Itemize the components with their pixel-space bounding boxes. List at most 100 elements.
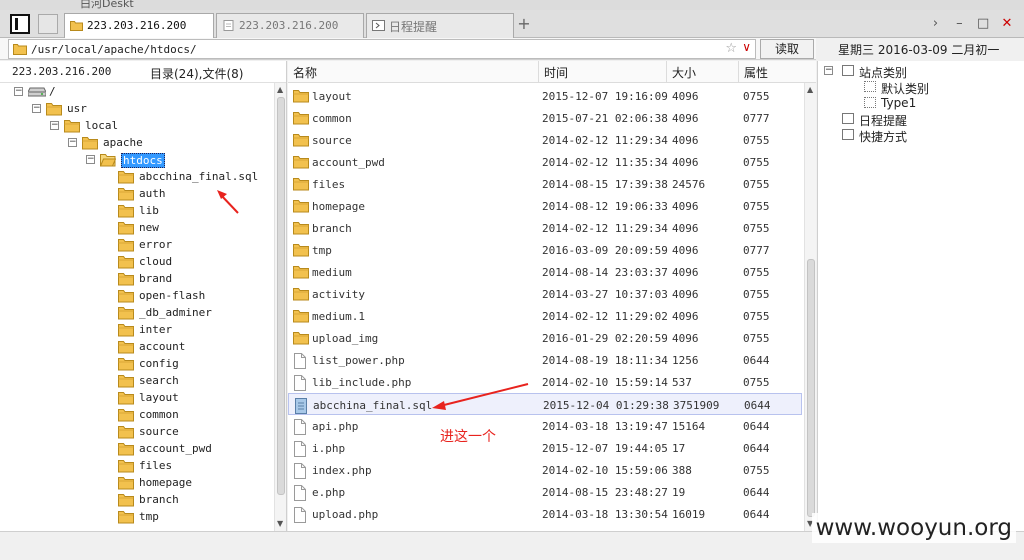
tree-node[interactable]: − apache [0,135,274,152]
tree-node[interactable]: abcchina_final.sql [0,169,274,186]
tree-node[interactable]: _db_adminer [0,305,274,322]
file-row-icon [293,375,307,394]
read-button[interactable]: 读取 [760,39,814,59]
category-item-icon [864,97,876,108]
tree-node[interactable]: − usr [0,101,274,118]
tree-node[interactable]: open-flash [0,288,274,305]
star-icon[interactable]: ☆ [725,41,737,56]
side-tree-node[interactable]: 默认类别 [818,79,1023,96]
file-row[interactable]: list_power.php 2014-08-19 18:11:34 1256 064… [288,349,802,371]
tree-node[interactable]: − / [0,84,274,101]
column-header-size[interactable]: 大小 [666,61,738,83]
tree-node[interactable]: account_pwd [0,441,274,458]
side-tree-node[interactable]: Type1 [818,95,1023,112]
file-row[interactable]: layout 2015-12-07 19:16:09 4096 0755 [288,85,802,107]
file-row[interactable]: source 2014-02-12 11:29:34 4096 0755 [288,129,802,151]
tree-node[interactable]: account [0,339,274,356]
close-button[interactable]: ✕ [998,15,1016,33]
tree-node[interactable]: branch [0,492,274,509]
collapse-toggle-icon[interactable]: − [86,155,95,164]
folder-icon [118,239,134,252]
tree-node[interactable]: error [0,237,274,254]
tree-node[interactable]: − htdocs [0,152,274,169]
file-row[interactable]: tmp 2016-03-09 20:09:59 4096 0777 [288,239,802,261]
tree-node[interactable]: homepage [0,475,274,492]
file-row[interactable]: homepage 2014-08-12 19:06:33 4096 0755 [288,195,802,217]
tree-node[interactable]: brand [0,271,274,288]
folder-icon [293,332,309,345]
collapse-toggle-icon[interactable]: − [68,138,77,147]
path-input[interactable]: /usr/local/apache/htdocs/ ☆ ∨ [8,39,756,59]
file-row[interactable]: medium.1 2014-02-12 11:29:02 4096 0755 [288,305,802,327]
column-header-time[interactable]: 时间 [538,61,666,83]
file-time: 2014-02-10 15:59:06 [542,464,668,477]
tree-node[interactable]: search [0,373,274,390]
tree-node[interactable]: auth [0,186,274,203]
folder-icon [118,460,134,473]
scroll-down-icon[interactable]: ▼ [277,519,283,528]
file-row[interactable]: e.php 2014-08-15 23:48:27 19 0644 [288,481,802,503]
file-row[interactable]: index.php 2014-02-10 15:59:06 388 0755 [288,459,802,481]
folder-icon [82,137,98,150]
side-tree-node[interactable]: 日程提醒 [818,111,1023,128]
column-header-name[interactable]: 名称 [288,61,538,83]
side-tree-node[interactable]: 快捷方式 [818,127,1023,144]
file-list-scroll-thumb[interactable] [807,259,815,517]
file-row[interactable]: medium 2014-08-14 23:03:37 4096 0755 [288,261,802,283]
panel-toggle-button[interactable] [10,14,30,34]
tab-site-folder[interactable]: 223.203.216.200 [64,13,214,38]
file-row[interactable]: activity 2014-03-27 10:37:03 4096 0755 [288,283,802,305]
blank-tab-icon[interactable] [38,14,58,34]
file-row[interactable]: common 2015-07-21 02:06:38 4096 0777 [288,107,802,129]
tree-node[interactable]: new [0,220,274,237]
file-size: 4096 [672,288,699,301]
tab-site-document[interactable]: 223.203.216.200 [216,13,364,38]
file-permissions: 0755 [743,156,770,169]
file-row[interactable]: account_pwd 2014-02-12 11:35:34 4096 0755 [288,151,802,173]
minimize-button[interactable]: – [950,15,968,33]
file-size: 15164 [672,420,706,433]
scroll-up-icon[interactable]: ▲ [277,85,283,94]
file-size: 4096 [672,266,699,279]
file-time: 2014-08-15 17:39:38 [542,178,668,191]
tree-node[interactable]: cloud [0,254,274,271]
tree-scroll-thumb[interactable] [277,97,285,495]
file-row[interactable]: lib_include.php 2014-02-10 15:59:14 537 075… [288,371,802,393]
file-size: 4096 [672,156,699,169]
tab-schedule[interactable]: 日程提醒 [366,13,514,38]
chevron-right-icon[interactable]: › [927,15,945,33]
column-header-permissions[interactable]: 属性 [738,61,804,83]
scroll-up-icon[interactable]: ▲ [807,85,813,94]
chevron-down-icon[interactable]: ∨ [742,40,751,54]
file-row[interactable]: files 2014-08-15 17:39:38 24576 0755 [288,173,802,195]
file-row[interactable]: upload.php 2014-03-18 13:30:54 16019 0644 [288,503,802,525]
collapse-toggle-icon[interactable]: − [14,87,23,96]
tree-node[interactable]: source [0,424,274,441]
maximize-button[interactable]: □ [974,15,992,33]
tree-node[interactable]: common [0,407,274,424]
tree-scrollbar[interactable]: ▲ ▼ [274,83,286,531]
file-list-scrollbar[interactable]: ▲ ▼ [804,83,816,531]
collapse-toggle-icon[interactable]: − [50,121,59,130]
file-size: 17 [672,442,686,455]
tree-node[interactable]: files [0,458,274,475]
file-time: 2014-02-12 11:29:34 [542,134,668,147]
file-row-icon [293,199,309,216]
collapse-toggle-icon[interactable]: − [32,104,41,113]
file-row[interactable]: i.php 2015-12-07 19:44:05 17 0644 [288,437,802,459]
side-tree-node[interactable]: − 站点类别 [818,63,1023,80]
tree-node-icon [118,340,134,357]
file-row[interactable]: upload_img 2016-01-29 02:20:59 4096 0755 [288,327,802,349]
tree-node[interactable]: lib [0,203,274,220]
collapse-toggle-icon[interactable]: − [824,66,833,75]
file-row[interactable]: abcchina_final.sql 2015-12-04 01:29:38 375… [288,393,802,415]
file-row[interactable]: api.php 2014-03-18 13:19:47 15164 0644 [288,415,802,437]
tree-node[interactable]: − local [0,118,274,135]
file-row[interactable]: branch 2014-02-12 11:29:34 4096 0755 [288,217,802,239]
tree-node[interactable]: inter [0,322,274,339]
file-permissions: 0644 [743,354,770,367]
tree-node[interactable]: layout [0,390,274,407]
tree-node[interactable]: config [0,356,274,373]
tree-node[interactable]: tmp [0,509,274,526]
add-tab-button[interactable]: + [516,15,532,33]
